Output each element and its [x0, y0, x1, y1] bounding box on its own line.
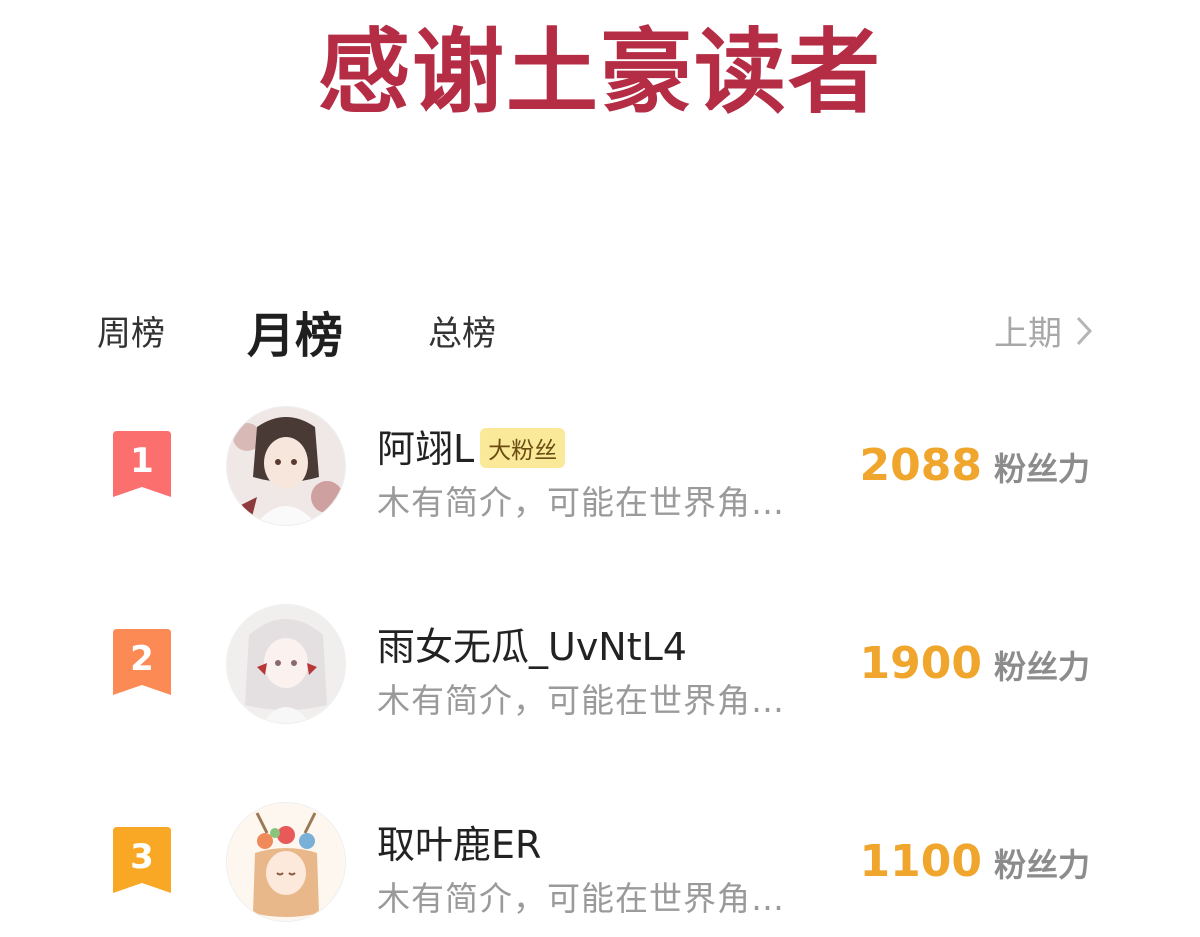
name-line: 阿翊L 大粉丝 — [377, 418, 566, 473]
user-name[interactable]: 取叶鹿ER — [377, 814, 541, 869]
fan-power-unit: 粉丝力 — [993, 648, 1090, 686]
fan-power-value: 2088 — [859, 440, 982, 491]
fan-power-value: 1100 — [859, 836, 982, 887]
rank-badge: 3 — [111, 827, 173, 895]
list-item[interactable]: 3 取叶鹿ER 木有简介，可能在世界角… 1100 粉丝力 — [0, 796, 1200, 926]
avatar[interactable] — [226, 604, 346, 724]
user-bio: 木有简介，可能在世界角… — [377, 879, 785, 918]
avatar[interactable] — [226, 802, 346, 922]
name-line: 取叶鹿ER — [377, 814, 541, 869]
avatar[interactable] — [226, 406, 346, 526]
rank-badge: 2 — [111, 629, 173, 697]
user-bio: 木有简介，可能在世界角… — [377, 681, 785, 720]
tab-weekly[interactable]: 周榜 — [97, 306, 165, 355]
name-line: 雨女无瓜_UvNtL4 — [377, 616, 687, 671]
chevron-right-icon — [1076, 316, 1092, 345]
tab-monthly[interactable]: 月榜 — [247, 296, 343, 366]
fan-power: 1900 粉丝力 — [860, 638, 1090, 689]
fan-power: 1100 粉丝力 — [860, 836, 1090, 887]
user-name[interactable]: 雨女无瓜_UvNtL4 — [377, 616, 687, 671]
rank-number: 1 — [130, 441, 154, 481]
list-item[interactable]: 2 雨女无瓜_UvNtL4 木有简介，可能在世界角… 1900 粉丝力 — [0, 598, 1200, 728]
list-item[interactable]: 1 阿翊L 大粉丝 木有简介，可能在世界角… 2088 粉丝力 — [0, 400, 1200, 530]
fan-power-unit: 粉丝力 — [993, 450, 1090, 488]
page: 感谢土豪读者 周榜 月榜 总榜 上期 1 阿翊L 大粉丝 木有简介，可能在世界角… — [0, 0, 1200, 937]
fan-level-badge: 大粉丝 — [480, 427, 566, 468]
rank-badge: 1 — [111, 431, 173, 499]
tab-total[interactable]: 总榜 — [428, 306, 496, 355]
rank-number: 2 — [130, 639, 154, 679]
user-name[interactable]: 阿翊L — [377, 418, 474, 473]
rank-number: 3 — [130, 837, 154, 877]
fan-power-value: 1900 — [859, 638, 982, 689]
previous-period-label: 上期 — [994, 314, 1062, 354]
banner-title: 感谢土豪读者 — [317, 19, 882, 126]
ranking-tabs: 周榜 月榜 总榜 上期 — [0, 290, 1200, 370]
user-bio: 木有简介，可能在世界角… — [377, 483, 785, 522]
fan-power-unit: 粉丝力 — [993, 846, 1090, 884]
fan-power: 2088 粉丝力 — [860, 440, 1090, 491]
previous-period-link[interactable]: 上期 — [994, 306, 1092, 355]
